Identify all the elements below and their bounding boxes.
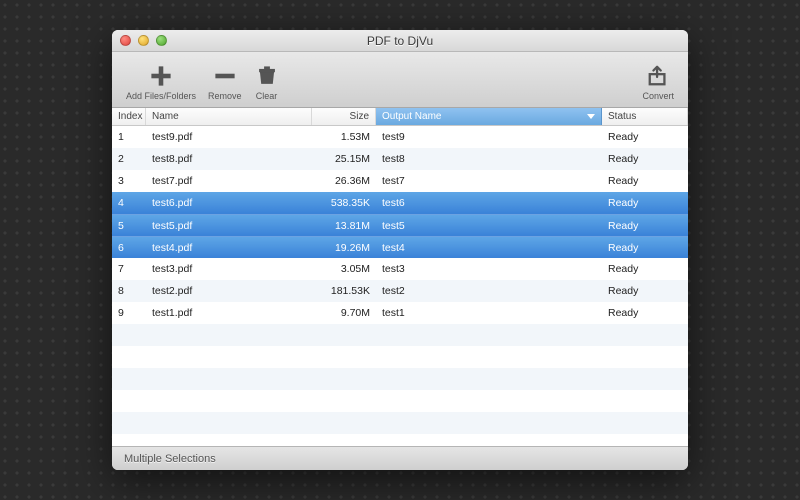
cell-index: 7 — [112, 263, 146, 275]
plus-icon — [148, 63, 174, 89]
table-row-empty — [112, 346, 688, 368]
cell-status: Ready — [602, 263, 688, 275]
table-row[interactable]: 8test2.pdf181.53Ktest2Ready — [112, 280, 688, 302]
cell-status: Ready — [602, 242, 688, 254]
titlebar[interactable]: PDF to DjVu — [112, 30, 688, 52]
cell-output: test1 — [376, 307, 602, 319]
cell-output: test9 — [376, 131, 602, 143]
app-window: PDF to DjVu Add Files/Folders Remove Cle… — [112, 30, 688, 470]
cell-output: test3 — [376, 263, 602, 275]
add-files-button[interactable]: Add Files/Folders — [120, 56, 202, 104]
table-row-empty — [112, 390, 688, 412]
table-row[interactable]: 6test4.pdf19.26Mtest4Ready — [112, 236, 688, 258]
cell-status: Ready — [602, 197, 688, 209]
toolbar: Add Files/Folders Remove Clear Convert — [112, 52, 688, 108]
remove-label: Remove — [208, 91, 242, 101]
cell-name: test2.pdf — [146, 285, 312, 297]
cell-size: 13.81M — [312, 220, 376, 232]
cell-size: 3.05M — [312, 263, 376, 275]
status-text: Multiple Selections — [124, 453, 216, 465]
cell-name: test1.pdf — [146, 307, 312, 319]
cell-name: test6.pdf — [146, 197, 312, 209]
table-row[interactable]: 3test7.pdf26.36Mtest7Ready — [112, 170, 688, 192]
cell-status: Ready — [602, 220, 688, 232]
cell-size: 26.36M — [312, 175, 376, 187]
table-header: Index Name Size Output Name Status — [112, 108, 688, 126]
cell-name: test7.pdf — [146, 175, 312, 187]
cell-index: 9 — [112, 307, 146, 319]
table-row-empty — [112, 368, 688, 390]
cell-size: 1.53M — [312, 131, 376, 143]
cell-status: Ready — [602, 285, 688, 297]
close-icon[interactable] — [120, 35, 131, 46]
header-status[interactable]: Status — [602, 108, 688, 125]
table-row[interactable]: 1test9.pdf1.53Mtest9Ready — [112, 126, 688, 148]
trash-icon — [254, 63, 280, 89]
table-row[interactable]: 2test8.pdf25.15Mtest8Ready — [112, 148, 688, 170]
add-files-label: Add Files/Folders — [126, 91, 196, 101]
cell-index: 6 — [112, 242, 146, 254]
cell-index: 3 — [112, 175, 146, 187]
cell-status: Ready — [602, 153, 688, 165]
cell-status: Ready — [602, 175, 688, 187]
cell-status: Ready — [602, 307, 688, 319]
traffic-lights — [112, 35, 167, 46]
cell-output: test8 — [376, 153, 602, 165]
cell-name: test4.pdf — [146, 242, 312, 254]
cell-output: test7 — [376, 175, 602, 187]
status-bar: Multiple Selections — [112, 446, 688, 470]
header-name[interactable]: Name — [146, 108, 312, 125]
zoom-icon[interactable] — [156, 35, 167, 46]
cell-output: test4 — [376, 242, 602, 254]
cell-output: test2 — [376, 285, 602, 297]
convert-label: Convert — [642, 91, 674, 101]
table-row-empty — [112, 324, 688, 346]
table-row[interactable]: 4test6.pdf538.35Ktest6Ready — [112, 192, 688, 214]
table-row-empty — [112, 412, 688, 434]
window-title: PDF to DjVu — [112, 34, 688, 48]
cell-size: 9.70M — [312, 307, 376, 319]
cell-size: 181.53K — [312, 285, 376, 297]
convert-button[interactable]: Convert — [636, 56, 680, 104]
header-size[interactable]: Size — [312, 108, 376, 125]
cell-index: 2 — [112, 153, 146, 165]
header-index[interactable]: Index — [112, 108, 146, 125]
table-row[interactable]: 9test1.pdf9.70Mtest1Ready — [112, 302, 688, 324]
cell-name: test5.pdf — [146, 220, 312, 232]
minimize-icon[interactable] — [138, 35, 149, 46]
cell-status: Ready — [602, 131, 688, 143]
table-row[interactable]: 5test5.pdf13.81Mtest5Ready — [112, 214, 688, 236]
cell-index: 4 — [112, 197, 146, 209]
cell-name: test8.pdf — [146, 153, 312, 165]
cell-index: 8 — [112, 285, 146, 297]
table-row[interactable]: 7test3.pdf3.05Mtest3Ready — [112, 258, 688, 280]
header-output[interactable]: Output Name — [376, 108, 602, 125]
cell-output: test5 — [376, 220, 602, 232]
cell-index: 5 — [112, 220, 146, 232]
clear-button[interactable]: Clear — [248, 56, 286, 104]
remove-button[interactable]: Remove — [202, 56, 248, 104]
minus-icon — [212, 63, 238, 89]
export-icon — [645, 63, 671, 89]
cell-name: test9.pdf — [146, 131, 312, 143]
cell-size: 25.15M — [312, 153, 376, 165]
cell-index: 1 — [112, 131, 146, 143]
table-body: 1test9.pdf1.53Mtest9Ready2test8.pdf25.15… — [112, 126, 688, 446]
cell-output: test6 — [376, 197, 602, 209]
cell-name: test3.pdf — [146, 263, 312, 275]
cell-size: 19.26M — [312, 242, 376, 254]
clear-label: Clear — [256, 91, 278, 101]
cell-size: 538.35K — [312, 197, 376, 209]
